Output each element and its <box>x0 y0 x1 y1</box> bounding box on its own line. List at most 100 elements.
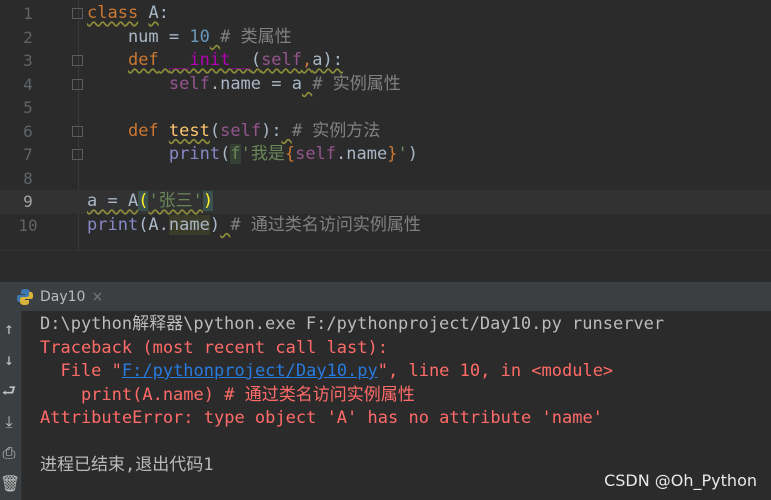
line-number: 1 <box>23 4 33 23</box>
trash-icon[interactable]: 🗑 <box>0 471 20 497</box>
code-token: print <box>168 144 221 164</box>
scroll-up-icon[interactable]: ↑ <box>0 316 18 342</box>
console-text: 进程已结束,退出代码1 <box>40 455 214 475</box>
code-token: # 通过类名访问实例属性 <box>230 214 421 235</box>
code-token: # 实例方法 <box>291 120 381 141</box>
code-token: # 实例属性 <box>312 73 401 94</box>
code-token: (A. <box>138 214 169 235</box>
code-line[interactable]: 8 <box>0 167 771 191</box>
code-token: def <box>127 50 159 70</box>
line-number: 5 <box>23 98 33 117</box>
run-tab-bar: Day10 × <box>0 282 771 311</box>
code-token: .name = a <box>209 73 302 94</box>
code-text: def test(self): # 实例方法 <box>87 120 380 144</box>
code-line[interactable]: 2 num = 10 # 类属性 <box>0 26 771 50</box>
close-icon[interactable]: × <box>91 289 103 305</box>
code-text: def __init__(self,a): <box>87 49 343 73</box>
fold-marker-icon[interactable] <box>72 149 83 160</box>
code-token: ' <box>397 144 408 164</box>
code-token: ( <box>250 50 262 70</box>
code-token: __init__ <box>168 50 251 70</box>
code-line[interactable]: 3 def __init__(self,a): <box>0 49 771 73</box>
line-number: 6 <box>23 121 33 141</box>
code-token: num = <box>87 26 190 47</box>
code-token: class <box>87 3 139 23</box>
python-icon <box>17 288 33 305</box>
code-text: print(f'我是{self.name}') <box>87 143 418 167</box>
watermark: CSDN @Oh_Python <box>604 471 757 490</box>
fold-marker-icon[interactable] <box>72 55 83 66</box>
code-token: .name <box>336 144 388 164</box>
code-token: self <box>168 73 210 94</box>
code-token: def <box>127 120 159 141</box>
code-token: '张三' <box>148 191 203 211</box>
code-token: self <box>261 50 303 70</box>
line-number: 8 <box>23 168 33 188</box>
code-text: num = 10 # 类属性 <box>87 26 292 50</box>
console-text: AttributeError: type object 'A' has no a… <box>40 408 603 428</box>
soft-wrap-icon[interactable]: ⮐ <box>0 378 18 404</box>
file-link[interactable]: F:/pythonproject/Day10.py <box>122 361 378 381</box>
console-line <box>40 431 664 455</box>
code-token: self <box>220 120 262 141</box>
code-token: , <box>302 50 313 70</box>
code-line[interactable]: 6 def test(self): # 实例方法 <box>0 120 771 144</box>
code-line[interactable]: 5 <box>0 96 771 120</box>
code-token: ( <box>138 191 149 211</box>
code-token: a): <box>312 50 343 70</box>
code-token: test <box>168 120 210 141</box>
panel-separator <box>0 250 771 282</box>
console-line: D:\python解释器\python.exe F:/pythonproject… <box>40 313 664 337</box>
code-line[interactable]: 7 print(f'我是{self.name}') <box>0 143 771 167</box>
fold-marker-icon[interactable] <box>72 8 83 19</box>
fold-marker-icon[interactable] <box>72 125 83 137</box>
code-token: ) <box>209 214 221 235</box>
console-text: File " <box>40 361 122 381</box>
console-line: Traceback (most recent call last): <box>40 337 664 361</box>
code-text: print(A.name) # 通过类名访问实例属性 <box>87 214 421 238</box>
code-token: 10 <box>189 26 210 47</box>
code-token: name <box>168 214 210 235</box>
console-text: print(A.name) # 通过类名访问实例属性 <box>40 384 415 405</box>
code-token: ( <box>209 120 221 141</box>
fold-marker-icon[interactable] <box>72 78 83 90</box>
scroll-down-icon[interactable]: ↓ <box>0 347 18 373</box>
code-line[interactable]: 10 print(A.name) # 通过类名访问实例属性 <box>0 214 771 238</box>
console-line: print(A.name) # 通过类名访问实例属性 <box>40 384 664 408</box>
code-line[interactable]: 1 class A: <box>0 2 771 26</box>
code-editor[interactable]: 1 class A: 2 num = 10 # 类属性 3 def __init__(… <box>0 0 771 250</box>
code-token: ) <box>407 144 418 164</box>
code-text: self.name = a # 实例属性 <box>87 73 401 97</box>
console-text: D:\python解释器\python.exe F:/pythonproject… <box>40 314 665 334</box>
console-toolbar: ↑ ↓ ⮐ ⤓ ⎙ 🗑 <box>0 311 22 500</box>
code-line[interactable]: 4 self.name = a # 实例属性 <box>0 73 771 97</box>
print-icon[interactable]: ⎙ <box>0 440 18 466</box>
line-number: 10 <box>18 215 38 235</box>
scroll-to-end-icon[interactable]: ⤓ <box>0 409 18 435</box>
console-text: ", line 10, in <module> <box>377 361 614 381</box>
line-number: 4 <box>23 74 33 94</box>
run-tab-label: Day10 <box>40 288 86 305</box>
console-output: D:\python解释器\python.exe F:/pythonproject… <box>40 313 664 478</box>
code-token: : <box>158 3 169 23</box>
console-text: Traceback (most recent call last): <box>40 337 388 358</box>
code-token: '我是 <box>240 144 285 164</box>
code-line[interactable]: 9 a = A('张三') <box>0 190 771 214</box>
code-text: a = A('张三') <box>87 190 214 214</box>
code-token: self <box>295 144 337 164</box>
line-number: 2 <box>23 27 33 47</box>
code-text: class A: <box>87 2 169 26</box>
run-tab-day10[interactable]: Day10 × <box>16 282 118 311</box>
code-token: } <box>387 144 398 164</box>
